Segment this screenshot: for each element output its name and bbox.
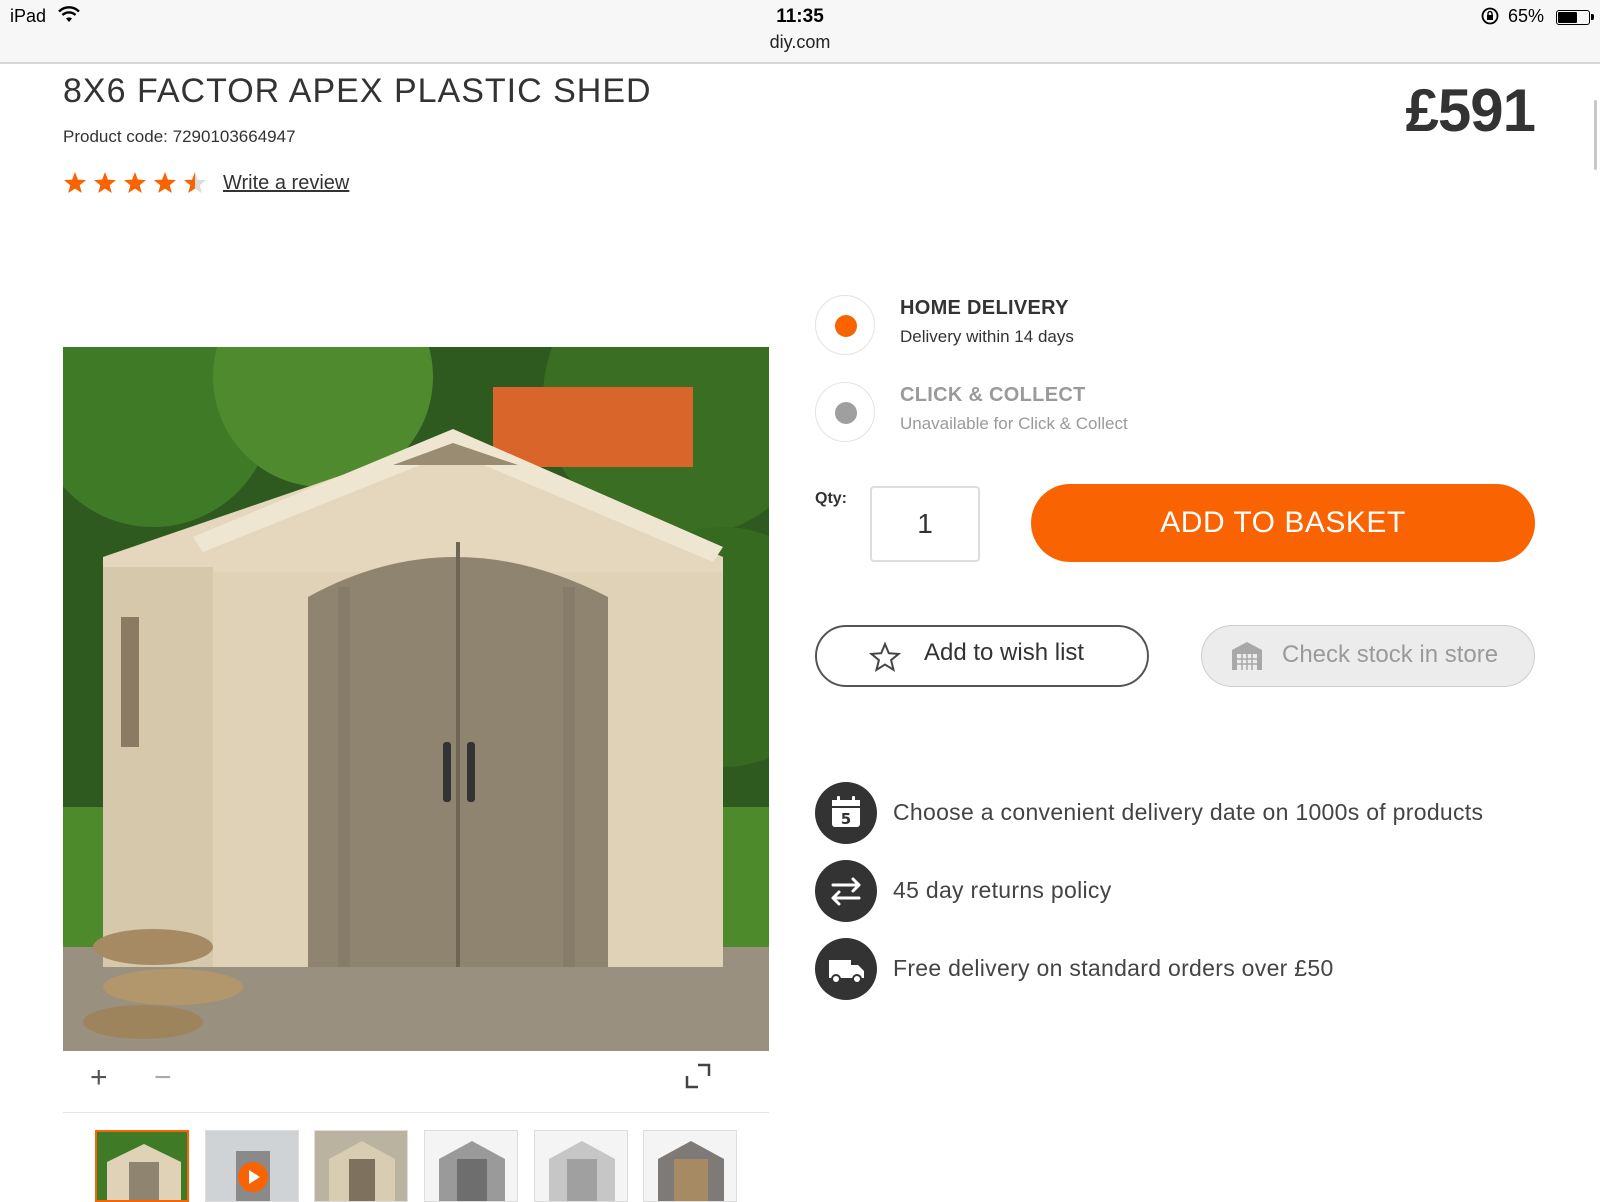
thumbnail-3[interactable] — [314, 1130, 408, 1202]
delivery-van-icon — [815, 938, 877, 1000]
ios-status-bar: iPad 11:35 diy.com 65% — [0, 0, 1600, 64]
benefit-returns: 45 day returns policy — [893, 877, 1112, 903]
gallery-divider — [63, 1112, 769, 1113]
product-main-image[interactable] — [63, 347, 769, 1051]
qty-label: Qty: — [815, 490, 847, 507]
clock: 11:35 — [776, 6, 824, 27]
click-collect-subtitle: Unavailable for Click & Collect — [900, 414, 1128, 433]
click-collect-radio[interactable] — [815, 382, 875, 442]
scroll-indicator — [1594, 100, 1597, 170]
product-price: £591 — [1405, 77, 1536, 144]
star-icon — [124, 172, 146, 193]
calendar-icon: 5 — [815, 782, 877, 844]
star-icon — [64, 172, 86, 193]
add-to-basket-button[interactable]: ADD TO BASKET — [1031, 484, 1535, 562]
zoom-in-button[interactable]: + — [90, 1063, 108, 1093]
quantity-input[interactable] — [870, 486, 980, 562]
store-icon — [1232, 642, 1262, 670]
product-code: Product code: 7290103664947 — [63, 127, 296, 146]
star-outline-icon — [869, 641, 901, 672]
rotation-lock-icon — [1481, 7, 1499, 25]
calendar-day-number: 5 — [841, 810, 851, 828]
zoom-out-button[interactable]: − — [154, 1063, 172, 1093]
thumbnail-1[interactable] — [95, 1130, 189, 1202]
address-bar-url[interactable]: diy.com — [0, 32, 1600, 53]
add-to-wish-list-button[interactable]: Add to wish list — [815, 625, 1149, 687]
wish-list-label: Add to wish list — [924, 639, 1085, 666]
thumbnail-5[interactable] — [534, 1130, 628, 1202]
home-delivery-subtitle: Delivery within 14 days — [900, 327, 1074, 346]
home-delivery-title: HOME DELIVERY — [900, 297, 1069, 319]
thumbnail-4[interactable] — [424, 1130, 518, 1202]
benefit-free-delivery: Free delivery on standard orders over £5… — [893, 955, 1334, 981]
check-stock-label: Check stock in store — [1282, 641, 1499, 668]
check-stock-button[interactable]: Check stock in store — [1201, 625, 1535, 687]
star-icon — [154, 172, 176, 193]
thumbnail-video[interactable] — [205, 1130, 299, 1202]
home-delivery-radio[interactable] — [815, 295, 875, 355]
battery-percentage: 65% — [1508, 6, 1545, 26]
thumbnail-6[interactable] — [643, 1130, 737, 1202]
product-title: 8X6 FACTOR APEX PLASTIC SHED — [63, 72, 652, 110]
battery-icon — [1556, 10, 1594, 25]
click-collect-title: CLICK & COLLECT — [900, 384, 1086, 406]
half-star-icon — [184, 172, 206, 193]
star-rating — [64, 172, 206, 193]
returns-arrows-icon — [815, 860, 877, 922]
star-icon — [94, 172, 116, 193]
benefit-delivery-date: Choose a convenient delivery date on 100… — [893, 799, 1484, 825]
write-review-link[interactable]: Write a review — [223, 172, 349, 195]
fullscreen-icon[interactable] — [684, 1062, 712, 1090]
